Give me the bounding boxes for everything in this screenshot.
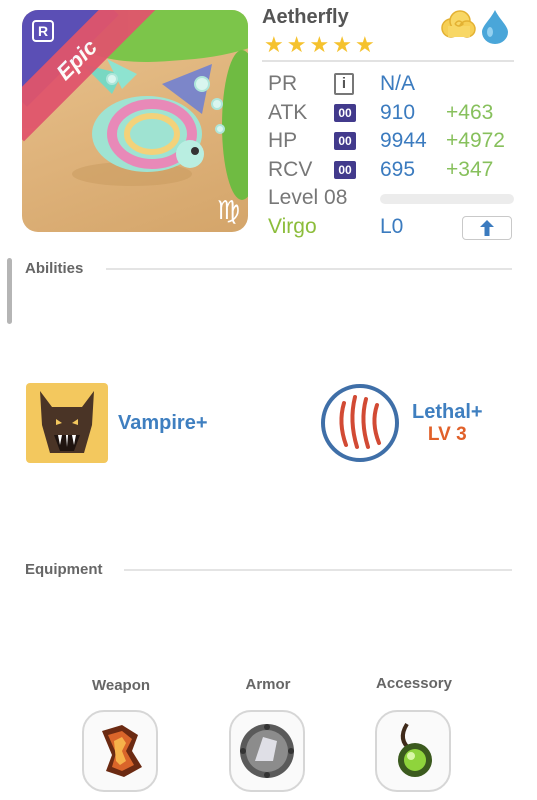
werewolf-icon	[26, 383, 108, 463]
ability-vampire[interactable]: Vampire+	[26, 383, 208, 463]
flame-gauntlet-icon	[102, 725, 142, 777]
cloud-icon	[441, 10, 476, 38]
stat-row-level: Level 08	[268, 184, 518, 213]
star-icon: ★	[332, 32, 352, 57]
ability-level: LV 3	[427, 423, 467, 445]
abilities-divider	[106, 268, 512, 270]
star-icon: ★	[264, 32, 284, 57]
abilities-section-title: Abilities	[25, 260, 84, 277]
accessory-label: Accessory	[376, 675, 452, 692]
stone-shield-icon	[240, 724, 294, 778]
star-rating: ★ ★ ★ ★ ★	[264, 34, 375, 56]
arrow-up-icon	[480, 219, 494, 236]
weapon-label: Weapon	[91, 677, 151, 694]
stat-row-atk: ATK 00 910 +463	[268, 99, 518, 128]
monster-name: Aetherfly	[262, 6, 349, 28]
rcv-bonus: +347	[446, 157, 494, 181]
ability-text: Lethal+ LV 3	[412, 401, 483, 446]
zodiac-level-value: L0	[380, 214, 404, 238]
claw-marks-icon	[321, 384, 399, 462]
element-icons	[440, 8, 510, 44]
stat-row-pr: PR i N/A	[268, 70, 518, 99]
star-icon: ★	[286, 32, 307, 57]
atk-bonus: +463	[446, 100, 494, 124]
atk-label: ATK	[268, 100, 308, 124]
header-divider	[262, 60, 514, 62]
level-progress-bar	[380, 194, 514, 204]
hp-value: 9944	[380, 129, 427, 152]
atk-value: 910	[380, 100, 416, 124]
zodiac-sign-label: Virgo	[268, 214, 317, 238]
monster-portrait[interactable]: Epic R ♍	[22, 10, 248, 232]
armor-slot[interactable]	[229, 710, 305, 792]
virgo-zodiac-icon: ♍	[216, 195, 240, 225]
weapon-slot[interactable]	[82, 710, 158, 792]
ability-lethal[interactable]: Lethal+ LV 3	[320, 383, 483, 463]
green-orb-icon	[398, 722, 432, 777]
equipment-divider	[124, 569, 512, 571]
stats-panel: PR i N/A ATK 00 910 +463 HP 00 9944 +497…	[268, 70, 518, 241]
hp-label: HP	[268, 129, 298, 152]
ability-name: Vampire+	[118, 411, 208, 434]
hp-plus-badge: 00	[334, 132, 356, 150]
equipment-section-title: Equipment	[25, 561, 103, 578]
star-icon: ★	[309, 32, 330, 57]
pr-label: PR	[268, 72, 298, 95]
rcv-label: RCV	[268, 157, 313, 181]
pr-value: N/A	[380, 72, 416, 95]
level-label: Level 08	[268, 186, 348, 209]
stat-row-rcv: RCV 00 695 +347	[268, 156, 518, 185]
atk-plus-badge: 00	[334, 103, 356, 122]
ability-name: Lethal+	[412, 400, 483, 423]
scrollbar-thumb[interactable]	[7, 258, 12, 324]
star-icon: ★	[354, 32, 375, 57]
accessory-slot[interactable]	[375, 710, 451, 792]
water-drop-icon	[482, 10, 508, 44]
stat-row-hp: HP 00 9944 +4972	[268, 127, 518, 156]
rcv-plus-badge: 00	[334, 160, 356, 179]
armor-label: Armor	[245, 676, 291, 693]
stat-row-sign: Virgo L0	[268, 213, 518, 242]
info-icon[interactable]: i	[334, 73, 354, 95]
hp-bonus: +4972	[446, 129, 505, 152]
upgrade-button[interactable]	[462, 215, 512, 240]
rank-badge: R	[32, 20, 54, 42]
rcv-value: 695	[380, 157, 416, 181]
